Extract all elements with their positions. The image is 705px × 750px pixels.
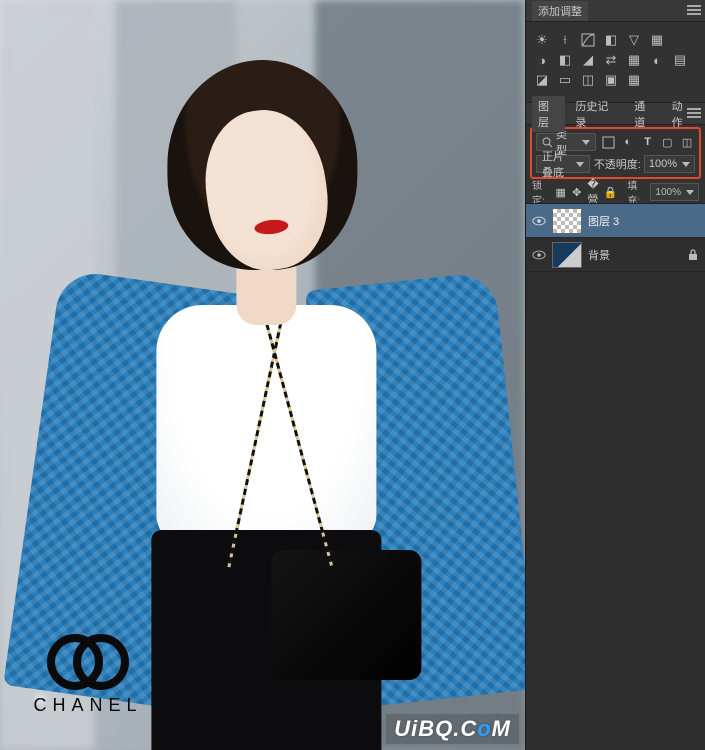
blend-mode-value: 正片叠底 <box>542 148 574 180</box>
layer-item[interactable]: 背景 <box>526 238 705 272</box>
lock-position-icon[interactable]: ✥ <box>571 185 582 199</box>
search-icon <box>542 137 553 148</box>
layer-item[interactable]: 图层 3 <box>526 204 705 238</box>
fill-value: 100% <box>655 187 681 198</box>
blend-mode-row: 正片叠底 不透明度: 100% <box>534 153 697 175</box>
color-balance-icon[interactable]: ◑ <box>534 52 550 68</box>
opacity-label: 不透明度: <box>594 156 641 172</box>
adjustments-panel-header: 添加调整 <box>526 0 705 22</box>
layer-thumbnail[interactable] <box>552 242 582 268</box>
chevron-down-icon <box>686 190 694 195</box>
layer-name[interactable]: 背景 <box>588 247 681 263</box>
tab-history[interactable]: 历史记录 <box>569 96 624 132</box>
blend-mode-dropdown[interactable]: 正片叠底 <box>536 155 590 173</box>
panel-menu-icon[interactable] <box>687 106 701 121</box>
filter-shape-icon[interactable]: ▢ <box>659 134 675 150</box>
gradient-map-icon[interactable]: ▭ <box>557 72 573 88</box>
adjustments-tab[interactable]: 添加调整 <box>532 1 588 21</box>
tab-layers[interactable]: 图层 <box>532 96 565 132</box>
lock-all-icon[interactable]: 🔒 <box>604 185 618 199</box>
visibility-icon[interactable] <box>532 214 546 228</box>
filter-type-icon[interactable]: T <box>640 134 656 150</box>
chevron-down-icon <box>582 140 590 145</box>
visibility-icon[interactable] <box>532 248 546 262</box>
adjustments-panel-body: ☀ ⟊ ◧ ▽ ▦ ◑ ◧ ◢ ⇄ ▦ ◐ ▤ ◪ ▭ ◫ ▣ ▦ <box>526 22 705 103</box>
chevron-down-icon <box>576 162 584 167</box>
lock-icon <box>687 249 699 261</box>
color-lookup-icon[interactable]: ▦ <box>626 52 642 68</box>
vibrance-icon[interactable]: ▽ <box>626 32 642 48</box>
photo-subject <box>61 60 481 700</box>
misc-adjust2-icon[interactable]: ▦ <box>626 72 642 88</box>
panel-menu-icon[interactable] <box>687 3 701 18</box>
filter-smart-icon[interactable]: ◫ <box>679 134 695 150</box>
layer-list: 图层 3 背景 <box>526 203 705 477</box>
channel-mixer-icon[interactable]: ⇄ <box>603 52 619 68</box>
fill-control[interactable]: 100% <box>650 183 699 201</box>
exposure-icon[interactable]: ◧ <box>603 32 619 48</box>
document-canvas[interactable]: CHANEL UiBQ.CoM <box>0 0 525 750</box>
watermark: UiBQ.CoM <box>386 714 519 744</box>
lock-pixels-icon[interactable]: ▦ <box>555 185 566 199</box>
chevron-down-icon <box>682 162 690 167</box>
filter-pixel-icon[interactable] <box>600 134 616 150</box>
misc-adjust-icon[interactable]: ▣ <box>603 72 619 88</box>
posterize-icon[interactable]: ▤ <box>672 52 688 68</box>
filter-adjust-icon[interactable]: ◐ <box>620 134 636 150</box>
layers-panel-header: 图层 历史记录 通道 动作 <box>526 103 705 125</box>
photo-filter-icon[interactable]: ◢ <box>580 52 596 68</box>
opacity-control[interactable]: 不透明度: 100% <box>594 155 695 173</box>
hue-saturation-icon[interactable]: ▦ <box>649 32 665 48</box>
lock-artboard-icon[interactable]: �營 <box>587 185 598 199</box>
layer-thumbnail[interactable] <box>552 208 582 234</box>
black-white-icon[interactable]: ◧ <box>557 52 573 68</box>
brand-logo: CHANEL <box>18 633 158 716</box>
threshold-icon[interactable]: ◪ <box>534 72 550 88</box>
lock-row: 锁定: ▦ ✥ �營 🔒 填充: 100% <box>526 181 705 203</box>
invert-icon[interactable]: ◐ <box>649 52 665 68</box>
opacity-value: 100% <box>649 158 677 170</box>
layers-panel-body: 类型 ◐ T ▢ ◫ 正片叠底 不透明度: <box>526 125 705 750</box>
right-panel-stack: 添加调整 ☀ ⟊ ◧ ▽ ▦ ◑ ◧ ◢ ⇄ ▦ ◐ ▤ <box>525 0 705 750</box>
brand-logo-text: CHANEL <box>18 695 158 716</box>
selective-color-icon[interactable]: ◫ <box>580 72 596 88</box>
levels-icon[interactable]: ⟊ <box>557 32 573 48</box>
layer-name[interactable]: 图层 3 <box>588 213 699 229</box>
layers-empty-area[interactable] <box>526 477 705 750</box>
curves-icon[interactable] <box>580 32 596 48</box>
highlight-box: 类型 ◐ T ▢ ◫ 正片叠底 不透明度: <box>530 127 701 179</box>
tab-channels[interactable]: 通道 <box>628 96 661 132</box>
brightness-contrast-icon[interactable]: ☀ <box>534 32 550 48</box>
